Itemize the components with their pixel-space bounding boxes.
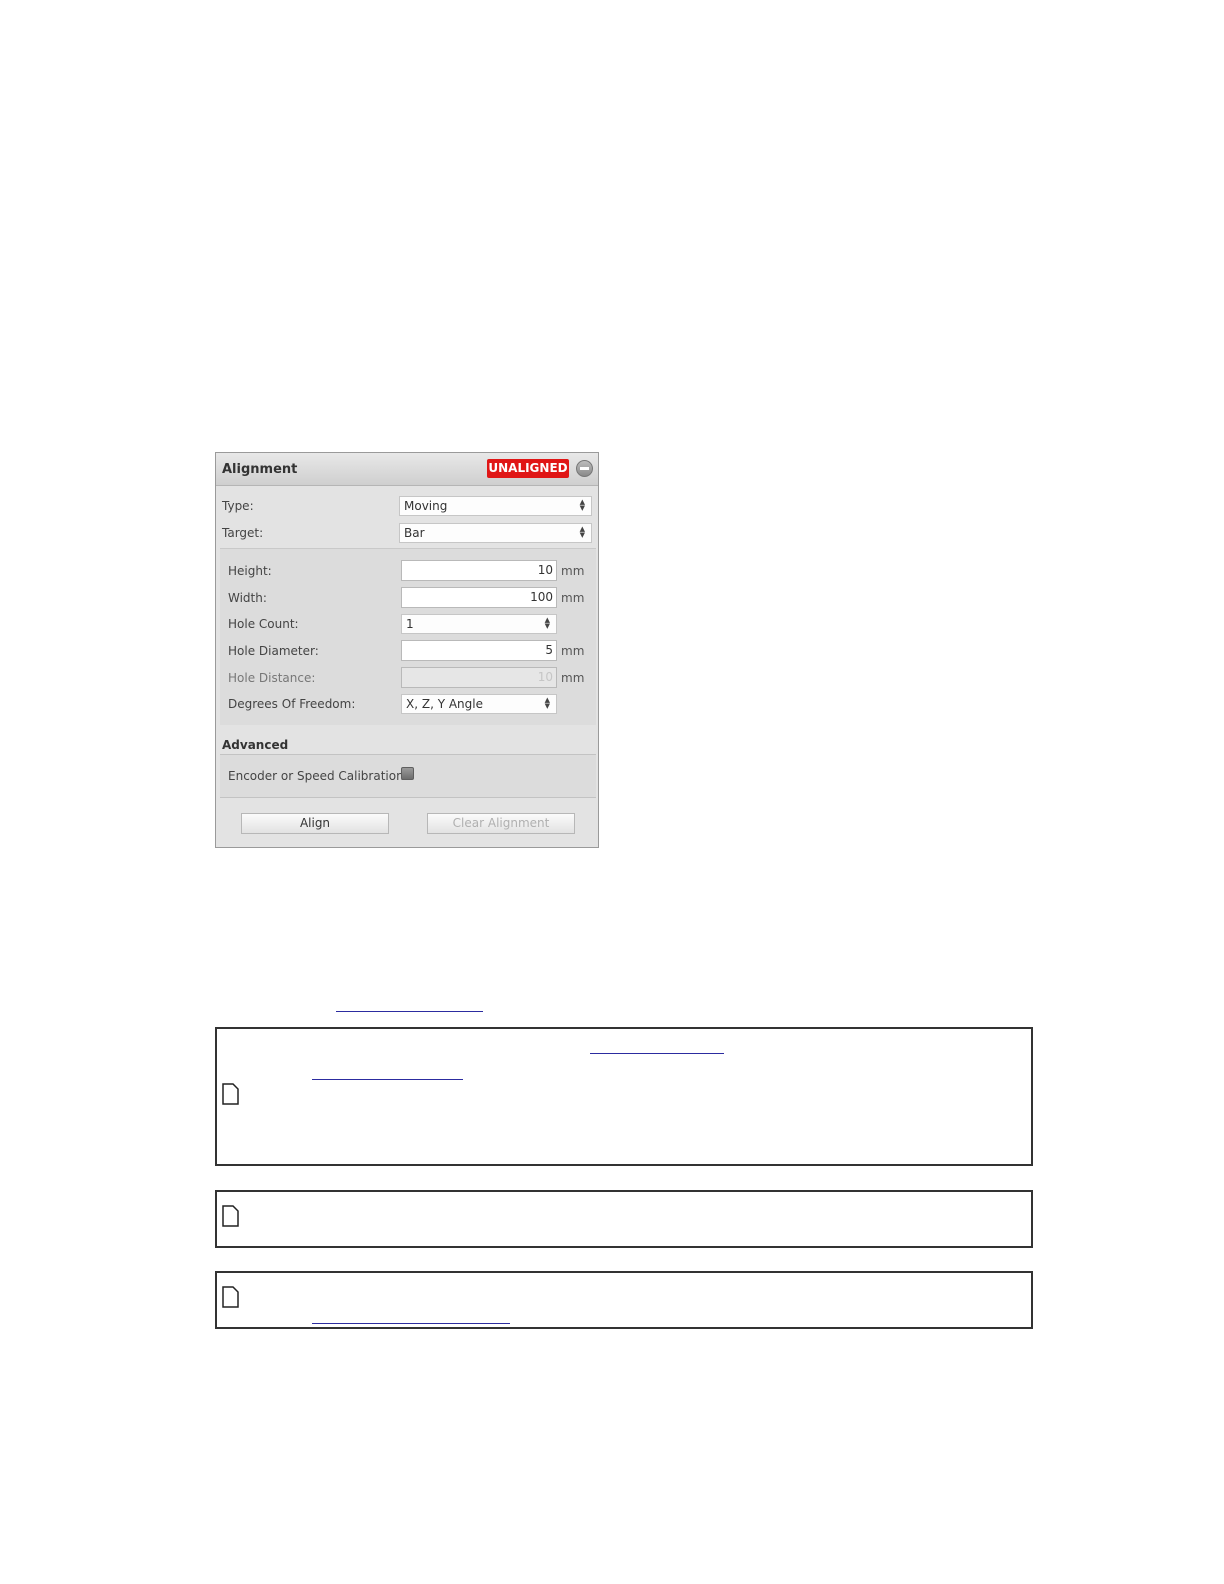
height-unit: mm: [561, 564, 585, 578]
width-unit: mm: [561, 591, 585, 605]
up-down-arrow-icon: ▲ ▼: [579, 498, 585, 512]
encoder-calibration-checkbox[interactable]: [401, 767, 414, 780]
type-label: Type:: [222, 499, 254, 513]
hole-count-value: 1: [406, 617, 414, 631]
align-button[interactable]: Align: [241, 813, 389, 834]
hole-diameter-input[interactable]: 5: [401, 640, 557, 661]
note-box: [215, 1190, 1033, 1248]
collapse-icon[interactable]: [576, 460, 593, 477]
height-input[interactable]: 10: [401, 560, 557, 581]
target-label: Target:: [222, 526, 264, 540]
note-box: [215, 1271, 1033, 1329]
link-underline[interactable]: [312, 1323, 510, 1324]
hole-diameter-unit: mm: [561, 644, 585, 658]
degrees-of-freedom-label: Degrees Of Freedom:: [228, 697, 356, 711]
degrees-of-freedom-select[interactable]: X, Z, Y Angle ▲ ▼: [401, 694, 557, 714]
up-down-arrow-icon: ▲ ▼: [579, 525, 585, 539]
note-icon: [222, 1083, 239, 1105]
alignment-panel: Alignment UNALIGNED Type: Moving ▲ ▼ Targ…: [215, 452, 599, 848]
up-down-arrow-icon: ▲ ▼: [544, 696, 550, 710]
height-label: Height:: [228, 564, 272, 578]
note-box: [215, 1027, 1033, 1166]
type-select-value: Moving: [404, 499, 448, 513]
hole-diameter-label: Hole Diameter:: [228, 644, 319, 658]
hole-distance-input: 10: [401, 667, 557, 688]
type-select[interactable]: Moving ▲ ▼: [399, 496, 592, 516]
note-icon: [222, 1286, 239, 1308]
panel-title: Alignment: [222, 462, 298, 477]
link-underline[interactable]: [336, 1011, 483, 1012]
hole-count-label: Hole Count:: [228, 617, 299, 631]
target-select[interactable]: Bar ▲ ▼: [399, 523, 592, 543]
advanced-section-title: Advanced: [222, 738, 289, 752]
width-input[interactable]: 100: [401, 587, 557, 608]
hole-distance-label: Hole Distance:: [228, 671, 316, 685]
clear-alignment-button: Clear Alignment: [427, 813, 575, 834]
link-underline[interactable]: [312, 1079, 463, 1080]
up-down-arrow-icon: ▲ ▼: [544, 616, 550, 630]
width-label: Width:: [228, 591, 267, 605]
link-underline[interactable]: [590, 1053, 724, 1054]
target-select-value: Bar: [404, 526, 425, 540]
status-badge: UNALIGNED: [487, 459, 569, 478]
panel-header: Alignment UNALIGNED: [216, 453, 598, 486]
degrees-of-freedom-value: X, Z, Y Angle: [406, 697, 483, 711]
hole-distance-unit: mm: [561, 671, 585, 685]
note-icon: [222, 1205, 239, 1227]
encoder-calibration-label: Encoder or Speed Calibration: [228, 769, 404, 783]
hole-count-select[interactable]: 1 ▲ ▼: [401, 614, 557, 634]
